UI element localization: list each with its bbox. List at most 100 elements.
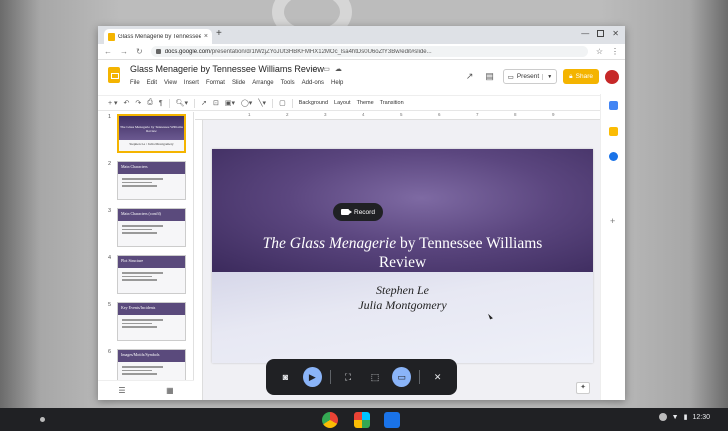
- background-button[interactable]: Background: [299, 100, 328, 106]
- image-icon[interactable]: ▣▾: [225, 99, 235, 107]
- redo-icon[interactable]: ↷: [135, 99, 141, 107]
- theme-button[interactable]: Theme: [357, 100, 374, 106]
- menu-arrange[interactable]: Arrange: [252, 80, 273, 86]
- screen-capture-bar: ◙ ▶ ⛶ ⬚ ▭ ✕: [266, 359, 457, 395]
- address-bar: ← → ↻ docs.google.com/presentation/d/1lW…: [98, 44, 625, 60]
- comment-add-icon[interactable]: ▢: [279, 99, 286, 107]
- thumbnail-preview: Main Characters (cont'd): [117, 208, 186, 247]
- shape-icon[interactable]: ◯▾: [241, 99, 252, 107]
- slide-title-rest: by Tennessee Williams: [396, 235, 543, 252]
- menu-insert[interactable]: Insert: [184, 80, 199, 86]
- header-actions: ↗ ▤ ▭ Present ▼ 🔒︎ Share: [463, 69, 619, 84]
- present-icon: ▭: [507, 73, 514, 81]
- back-icon[interactable]: ←: [104, 47, 112, 56]
- record-button[interactable]: Record: [333, 203, 383, 221]
- slides-logo-icon[interactable]: [108, 67, 120, 83]
- partial-capture-icon[interactable]: ⬚: [366, 367, 385, 387]
- activity-dashboard-icon[interactable]: ↗: [463, 71, 477, 82]
- select-icon[interactable]: ➚: [201, 99, 207, 107]
- present-dropdown-icon[interactable]: ▼: [542, 73, 552, 80]
- transition-button[interactable]: Transition: [380, 100, 404, 106]
- thumbnail-preview: The Glass Menagerie by Tennessee William…: [117, 114, 186, 153]
- slide-thumbnail-3[interactable]: 3 Main Characters (cont'd): [98, 208, 194, 250]
- calendar-icon[interactable]: [609, 101, 618, 110]
- horizontal-ruler: 1 2 3 4 5 6 7 8 9: [195, 112, 600, 120]
- menu-view[interactable]: View: [164, 80, 177, 86]
- slide-thumbnail-1[interactable]: 1 The Glass Menagerie by Tennessee Willi…: [98, 114, 194, 156]
- window-close-icon[interactable]: ✕: [612, 29, 619, 38]
- keep-icon[interactable]: [609, 127, 618, 136]
- battery-icon: ▮: [683, 414, 688, 421]
- menu-bar: File Edit View Insert Format Slide Arran…: [130, 80, 343, 86]
- menu-tools[interactable]: Tools: [281, 80, 295, 86]
- slide-thumbnail-5[interactable]: 5 Key Events/Incidents: [98, 302, 194, 344]
- comments-icon[interactable]: ▤: [483, 71, 497, 82]
- document-title[interactable]: Glass Menagerie by Tennessee Williams Re…: [130, 64, 324, 74]
- maximize-icon[interactable]: [597, 30, 605, 37]
- capture-divider: [419, 370, 421, 384]
- window-capture-icon[interactable]: ▭: [392, 367, 412, 387]
- list-view-icon[interactable]: ☰: [118, 386, 125, 395]
- slide-thumbnail-2[interactable]: 2 Main Characters: [98, 161, 194, 203]
- bookmark-star-icon[interactable]: ☆: [596, 47, 603, 56]
- menu-help[interactable]: Help: [331, 80, 343, 86]
- move-folder-icon[interactable]: ▭: [323, 65, 330, 73]
- slide-subtitle[interactable]: Stephen Le Julia Montgomery: [212, 283, 593, 313]
- present-button[interactable]: ▭ Present ▼: [502, 69, 558, 84]
- paint-format-icon[interactable]: ¶: [159, 100, 163, 107]
- slide-canvas[interactable]: The Glass Menagerie by Tennessee William…: [212, 149, 593, 363]
- tab-close-icon[interactable]: ×: [204, 33, 208, 40]
- thumbnail-body: [118, 174, 185, 191]
- new-slide-icon[interactable]: + ▾: [108, 99, 118, 107]
- layout-button[interactable]: Layout: [334, 100, 351, 106]
- ruler-number: 1: [248, 112, 251, 117]
- slide-number: 2: [108, 161, 112, 167]
- menu-slide[interactable]: Slide: [232, 80, 245, 86]
- url-text: docs.google.com/presentation/d/1lWzjZYoJ…: [164, 48, 432, 55]
- print-icon[interactable]: ⎙: [147, 99, 153, 107]
- minimize-icon[interactable]: —: [581, 29, 589, 38]
- textbox-icon[interactable]: ⊡: [213, 99, 219, 107]
- docs-header: Glass Menagerie by Tennessee Williams Re…: [98, 60, 625, 96]
- lock-share-icon: 🔒︎: [569, 72, 573, 80]
- share-label: Share: [575, 73, 593, 80]
- avatar[interactable]: [605, 69, 619, 84]
- menu-file[interactable]: File: [130, 80, 140, 86]
- star-icon[interactable]: ☆: [312, 65, 318, 73]
- fullscreen-capture-icon[interactable]: ⛶: [339, 367, 358, 387]
- browser-menu-icon[interactable]: ⋮: [611, 47, 619, 56]
- screenshot-icon[interactable]: ◙: [276, 367, 295, 387]
- slide-thumbnail-4[interactable]: 4 Plot Structure: [98, 255, 194, 297]
- line-icon[interactable]: ╲▾: [258, 99, 266, 107]
- play-store-icon[interactable]: [354, 412, 370, 428]
- new-tab-button[interactable]: +: [216, 28, 222, 39]
- chrome-app-icon[interactable]: [322, 412, 338, 428]
- present-label: Present: [516, 73, 540, 80]
- files-app-icon[interactable]: [384, 412, 400, 428]
- browser-tab[interactable]: Glass Menagerie by Tennessee ×: [104, 29, 212, 44]
- toolbar: + ▾ ↶ ↷ ⎙ ¶ 🔍︎▾ ➚ ⊡ ▣▾ ◯▾ ╲▾ ▢ Backgroun…: [98, 96, 625, 111]
- account-icon: [658, 413, 667, 421]
- tasks-icon[interactable]: [609, 152, 618, 161]
- explore-icon[interactable]: ✦: [576, 382, 590, 394]
- ruler-number: 4: [362, 112, 365, 117]
- screen-record-icon[interactable]: ▶: [302, 367, 322, 387]
- slide-title[interactable]: The Glass Menagerie by Tennessee William…: [212, 234, 593, 272]
- reload-icon[interactable]: ↻: [136, 47, 143, 56]
- slide-number: 6: [108, 349, 112, 355]
- close-icon[interactable]: ✕: [428, 367, 447, 387]
- author-2: Julia Montgomery: [358, 298, 447, 312]
- menu-edit[interactable]: Edit: [147, 80, 157, 86]
- add-ons-plus-icon[interactable]: +: [610, 216, 615, 226]
- url-input[interactable]: docs.google.com/presentation/d/1lWzjZYoJ…: [150, 46, 588, 57]
- share-button[interactable]: 🔒︎ Share: [563, 69, 599, 84]
- forward-icon[interactable]: →: [120, 47, 128, 56]
- menu-format[interactable]: Format: [206, 80, 225, 86]
- status-tray[interactable]: ▼ ▮ 12:30: [658, 413, 710, 421]
- author-1: Stephen Le: [376, 283, 429, 297]
- zoom-icon[interactable]: 🔍︎▾: [176, 99, 188, 107]
- grid-view-icon[interactable]: ▦: [166, 386, 174, 395]
- undo-icon[interactable]: ↶: [124, 99, 130, 107]
- launcher-icon[interactable]: [40, 417, 45, 422]
- menu-addons[interactable]: Add-ons: [302, 80, 324, 86]
